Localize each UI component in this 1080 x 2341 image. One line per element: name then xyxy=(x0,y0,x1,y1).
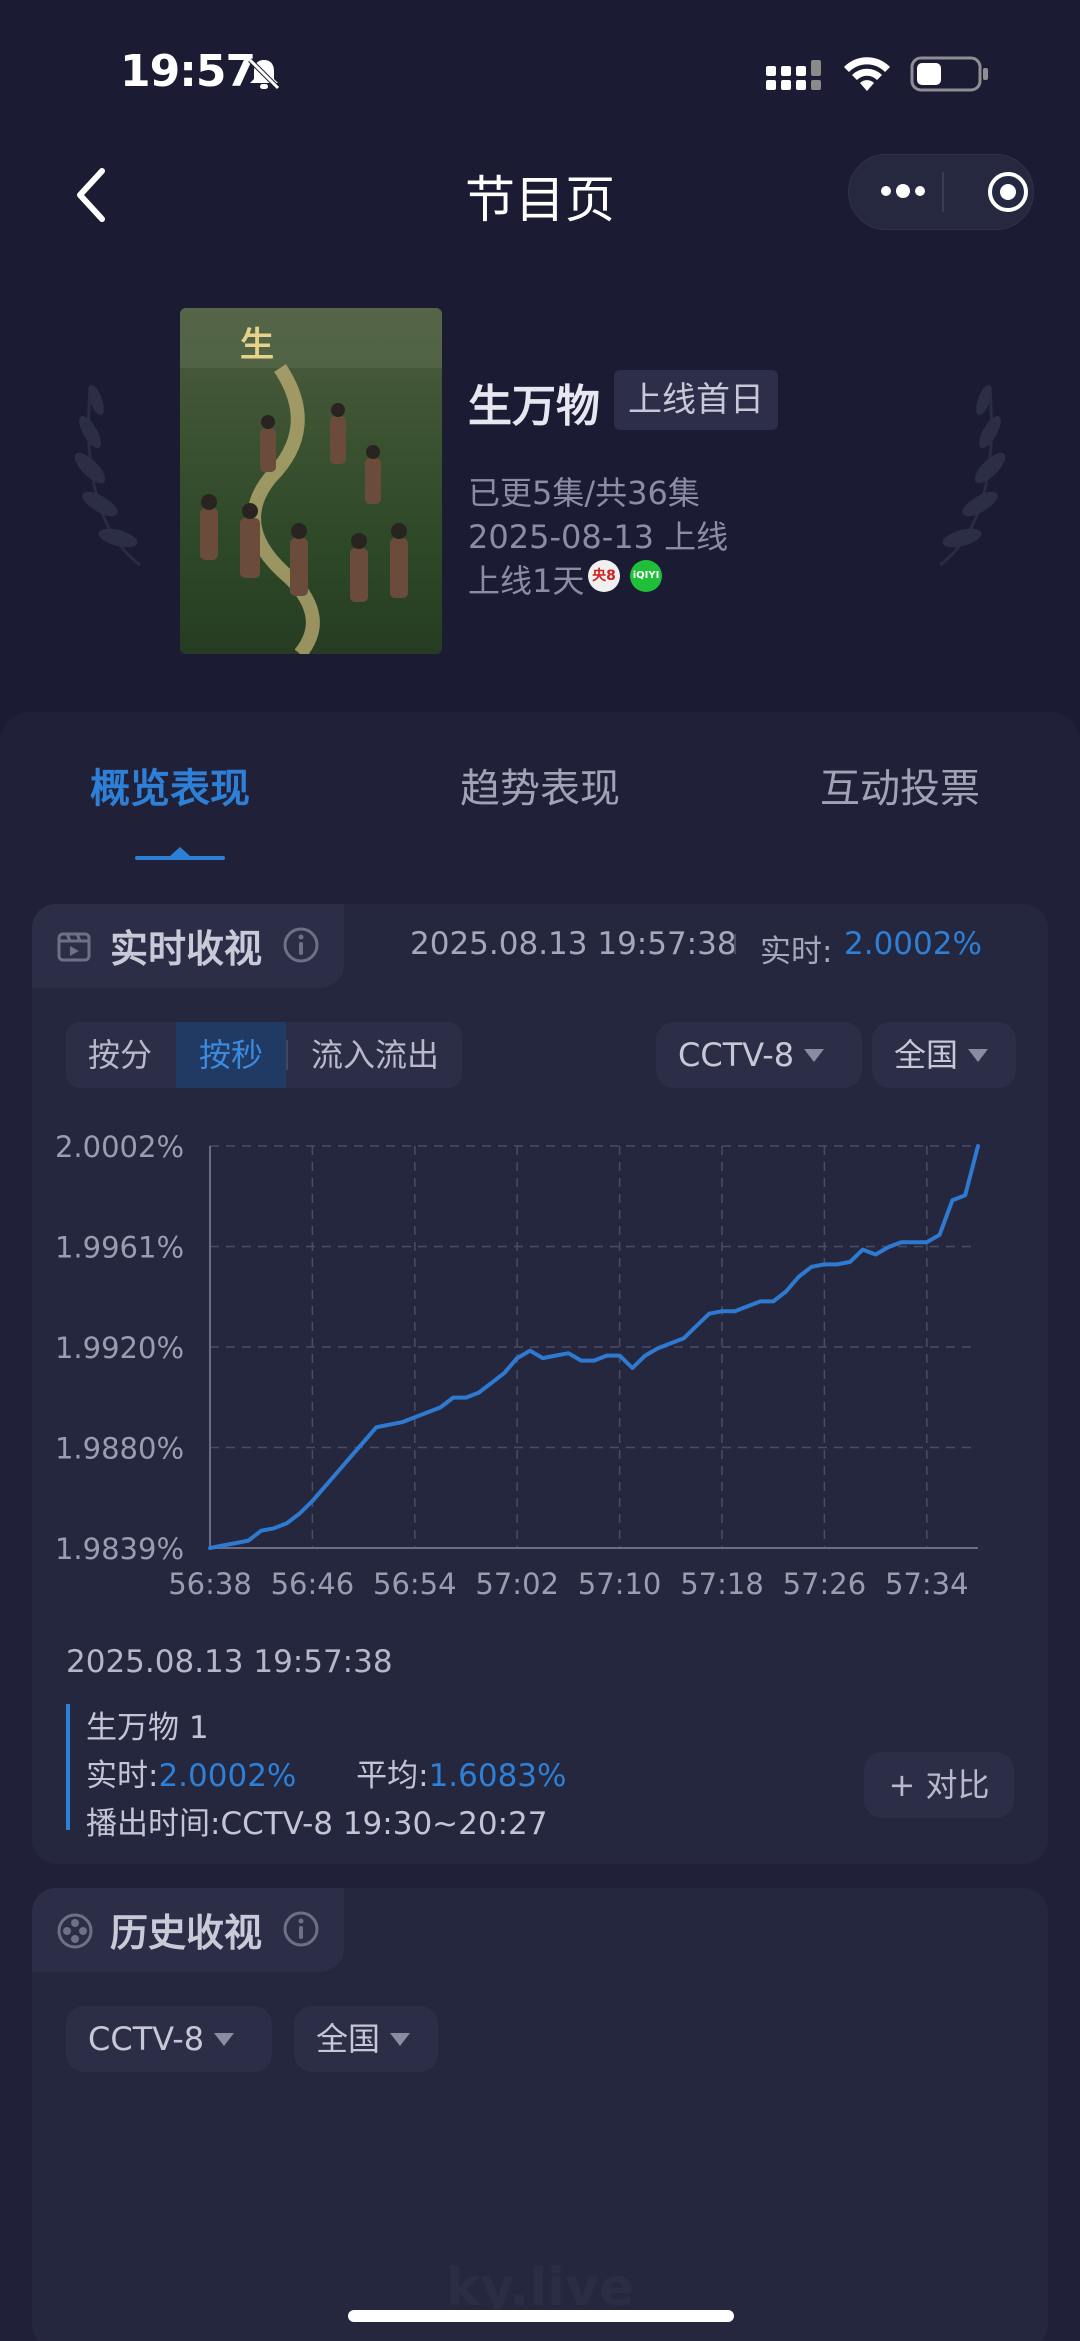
laurel-left-icon xyxy=(74,384,141,567)
compare-button[interactable]: + 对比 xyxy=(864,1752,1014,1818)
channel-value: CCTV-8 xyxy=(678,1036,795,1074)
segment-flow[interactable]: 流入流出 xyxy=(288,1022,462,1088)
calendar-play-icon xyxy=(57,932,91,962)
realtime-rating: 2.0002% xyxy=(158,1758,297,1794)
airtime-value: CCTV-8 19:30~20:27 xyxy=(220,1806,548,1842)
history-channel-dropdown[interactable]: CCTV-8 xyxy=(66,2006,272,2072)
average-rating: 1.6083% xyxy=(428,1758,567,1794)
history-title: 历史收视 xyxy=(110,1911,263,1955)
info-icon[interactable] xyxy=(282,1910,320,1948)
average-label: 平均: xyxy=(356,1758,429,1794)
status-badge: 上线首日 xyxy=(614,370,778,430)
tab-indicator xyxy=(135,856,225,860)
realtime-chart[interactable]: 2.0002% 1.9961% 1.9920% 1.9880% 1.9839%56:38… xyxy=(30,1120,1030,1620)
info-timestamp: 2025.08.13 19:57:38 xyxy=(66,1644,393,1680)
status-time: 19:57 xyxy=(120,46,256,97)
y-tick-label: 1.9961% xyxy=(55,1231,184,1265)
channel-value: CCTV-8 xyxy=(88,2020,205,2058)
channel-dropdown[interactable]: CCTV-8 xyxy=(656,1022,862,1088)
segment-by-minute[interactable]: 按分 xyxy=(66,1022,174,1088)
info-accent-bar xyxy=(66,1704,70,1830)
svg-text:生: 生 xyxy=(240,325,274,365)
more-icon[interactable] xyxy=(868,168,938,214)
realtime-value: 2.0002% xyxy=(844,926,982,962)
x-tick-label: 57:10 xyxy=(578,1567,662,1601)
realtime-timestamp: 2025.08.13 19:57:38 xyxy=(410,926,737,962)
tab-trend[interactable]: 趋势表现 xyxy=(460,756,620,814)
close-mini-program-icon[interactable] xyxy=(984,168,1032,216)
days-online: 上线1天 xyxy=(468,562,585,600)
capsule-divider xyxy=(942,172,944,212)
home-indicator[interactable] xyxy=(348,2310,734,2322)
show-poster[interactable]: 生 xyxy=(180,308,442,654)
region-dropdown[interactable]: 全国 xyxy=(872,1022,1016,1088)
region-value: 全国 xyxy=(316,2020,381,2058)
episode-name: 生万物 1 xyxy=(86,1710,209,1746)
film-reel-icon xyxy=(57,1913,93,1949)
bell-muted-icon xyxy=(248,58,280,90)
battery-icon xyxy=(910,56,988,92)
x-tick-label: 56:46 xyxy=(271,1567,355,1601)
x-tick-label: 56:38 xyxy=(168,1567,252,1601)
airtime-label: 播出时间: xyxy=(86,1806,221,1842)
chevron-down-icon xyxy=(804,1049,825,1062)
x-tick-label: 57:02 xyxy=(475,1567,559,1601)
region-value: 全国 xyxy=(894,1036,959,1074)
y-tick-label: 1.9920% xyxy=(55,1331,184,1365)
x-tick-label: 57:34 xyxy=(885,1567,969,1601)
realtime-title: 实时收视 xyxy=(110,927,263,971)
show-title: 生万物 xyxy=(468,381,600,432)
divider xyxy=(734,934,736,954)
history-region-dropdown[interactable]: 全国 xyxy=(294,2006,438,2072)
x-tick-label: 56:54 xyxy=(373,1567,457,1601)
release-date: 2025-08-13 上线 xyxy=(468,518,729,556)
chevron-down-icon xyxy=(968,1049,989,1062)
info-icon[interactable] xyxy=(282,926,320,964)
x-tick-label: 57:18 xyxy=(680,1567,764,1601)
x-tick-label: 57:26 xyxy=(783,1567,867,1601)
chevron-down-icon xyxy=(214,2033,235,2046)
y-tick-label: 1.9839% xyxy=(55,1532,184,1566)
realtime-label: 实时: xyxy=(760,934,833,970)
realtime-label: 实时: xyxy=(86,1758,159,1794)
iqiyi-logo-icon: iQIYI xyxy=(630,560,662,592)
tab-indicator-arrow xyxy=(170,847,190,856)
tab-overview[interactable]: 概览表现 xyxy=(90,756,250,814)
chevron-down-icon xyxy=(390,2033,411,2046)
cctv8-logo-icon: 央8 xyxy=(588,560,620,592)
watermark: ky.live xyxy=(445,2258,635,2318)
signal-icon xyxy=(766,60,821,90)
poster-artwork: 生 xyxy=(180,308,442,654)
y-tick-label: 1.9880% xyxy=(55,1432,184,1466)
tab-vote[interactable]: 互动投票 xyxy=(820,756,980,814)
segment-by-second[interactable]: 按秒 xyxy=(176,1022,286,1088)
wifi-icon xyxy=(844,57,890,91)
laurel-right-icon xyxy=(939,384,1006,567)
y-tick-label: 2.0002% xyxy=(55,1130,184,1164)
episode-count: 已更5集/共36集 xyxy=(468,474,700,512)
